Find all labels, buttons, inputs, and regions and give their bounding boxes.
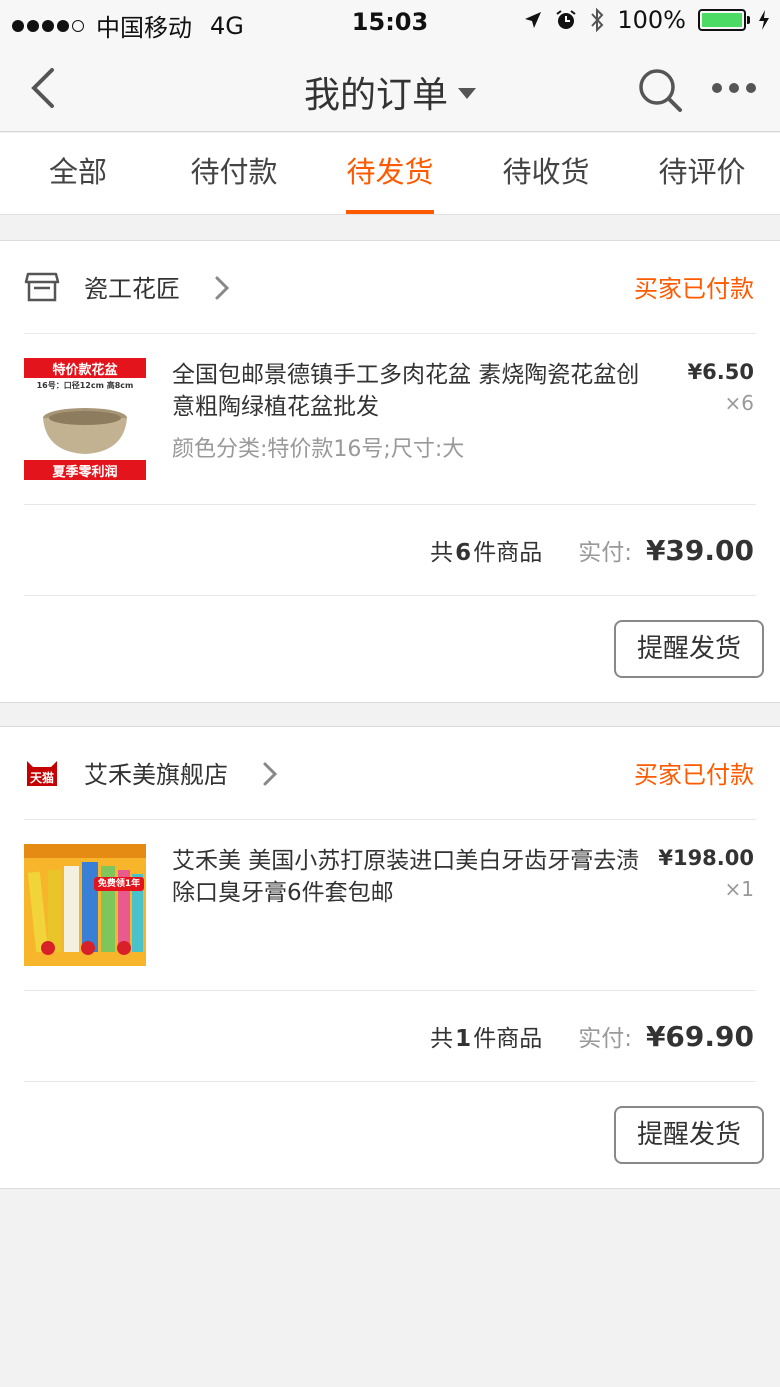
summary-prefix: 共 xyxy=(430,540,454,566)
product-image-badge: 免费领1年 xyxy=(97,879,141,889)
tab-pending-shipment[interactable]: 待发货 xyxy=(312,133,468,214)
summary-count: 6 xyxy=(455,540,472,566)
product-price: ¥6.50 xyxy=(687,360,754,384)
order-summary: 共 1 件商品 实付: ¥69.90 xyxy=(430,1019,754,1053)
shop-name: 艾禾美旗舰店 xyxy=(84,761,228,789)
summary-count: 1 xyxy=(455,1026,472,1052)
order-card: 瓷工花匠 买家已付款 特价款花盆 16号：口径12cm 高8cm 夏季零利润 全… xyxy=(0,240,780,703)
paid-label: 实付: xyxy=(578,540,632,566)
charging-icon xyxy=(759,10,769,30)
divider xyxy=(24,819,756,820)
nav-bar: 我的订单 xyxy=(0,44,780,132)
summary-suffix: 件商品 xyxy=(473,1026,543,1052)
alarm-icon xyxy=(556,10,576,29)
svg-text:天猫: 天猫 xyxy=(30,770,54,785)
paid-amount: ¥69.90 xyxy=(645,1020,754,1053)
summary-prefix: 共 xyxy=(430,1026,454,1052)
product-image-top-text: 特价款花盆 xyxy=(52,363,118,378)
battery-icon xyxy=(698,9,750,31)
search-icon[interactable] xyxy=(636,66,684,114)
product-spec: 颜色分类:特价款16号;尺寸:大 xyxy=(172,437,465,462)
paid-amount: ¥39.00 xyxy=(645,534,754,567)
chevron-right-icon xyxy=(215,276,230,300)
order-status: 买家已付款 xyxy=(634,275,754,303)
tab-pending-payment[interactable]: 待付款 xyxy=(156,133,312,214)
order-summary: 共 6 件商品 实付: ¥39.00 xyxy=(430,533,754,567)
battery-percent: 100% xyxy=(617,6,686,34)
caret-down-icon xyxy=(458,87,476,99)
product-price: ¥198.00 xyxy=(658,846,754,870)
product-image[interactable]: 免费领1年 xyxy=(24,844,146,966)
order-card: 天猫 艾禾美旗舰店 买家已付款 免费领1年 艾禾美 美国小苏打原装进口美白牙齿牙… xyxy=(0,726,780,1189)
product-image-mid-text: 16号：口径12cm 高8cm xyxy=(36,381,134,390)
divider xyxy=(24,1081,756,1082)
product-image-bottom-text: 夏季零利润 xyxy=(52,465,118,480)
order-tabs: 全部 待付款 待发货 待收货 待评价 xyxy=(0,133,780,215)
product-image[interactable]: 特价款花盆 16号：口径12cm 高8cm 夏季零利润 xyxy=(24,358,146,480)
summary-suffix: 件商品 xyxy=(473,540,543,566)
chevron-right-icon xyxy=(263,762,278,786)
empty-area xyxy=(0,1190,780,1387)
tmall-icon: 天猫 xyxy=(27,761,57,786)
remind-shipment-button[interactable]: 提醒发货 xyxy=(614,620,764,678)
status-bar: 中国移动 4G 15:03 100% xyxy=(0,0,780,44)
bluetooth-icon xyxy=(591,7,604,33)
store-icon xyxy=(24,272,60,302)
order-status: 买家已付款 xyxy=(634,761,754,789)
tab-pending-review[interactable]: 待评价 xyxy=(624,133,780,214)
status-right: 100% xyxy=(523,6,770,34)
tab-all[interactable]: 全部 xyxy=(0,133,156,214)
product-title[interactable]: 全国包邮景德镇手工多肉花盆 素烧陶瓷花盆创意粗陶绿植花盆批发 xyxy=(172,359,662,423)
product-title[interactable]: 艾禾美 美国小苏打原装进口美白牙齿牙膏去渍除口臭牙膏6件套包邮 xyxy=(172,845,662,909)
divider xyxy=(24,504,756,505)
product-quantity: ×6 xyxy=(724,391,754,415)
shop-name: 瓷工花匠 xyxy=(84,275,180,303)
remind-shipment-button[interactable]: 提醒发货 xyxy=(614,1106,764,1164)
tab-pending-receipt[interactable]: 待收货 xyxy=(468,133,624,214)
page-title-text: 我的订单 xyxy=(303,75,448,116)
divider xyxy=(24,595,756,596)
divider xyxy=(24,990,756,991)
product-quantity: ×1 xyxy=(724,877,754,901)
divider xyxy=(24,333,756,334)
more-icon[interactable] xyxy=(712,80,756,96)
paid-label: 实付: xyxy=(578,1026,632,1052)
location-icon xyxy=(525,12,542,28)
